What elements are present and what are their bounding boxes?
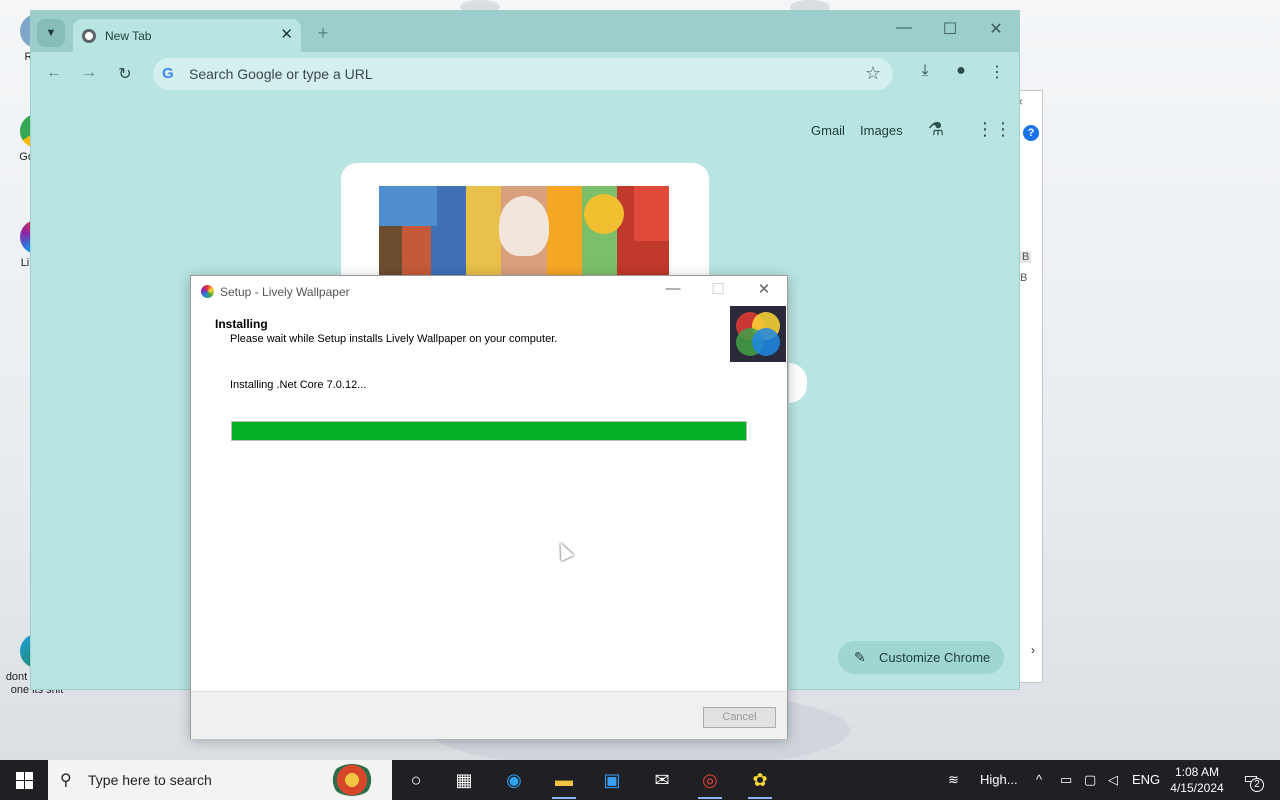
download-icon[interactable]: ⤓ xyxy=(913,62,937,80)
chevron-down-icon: ▼ xyxy=(45,27,57,39)
language-indicator[interactable]: ENG xyxy=(1132,772,1160,787)
tab-title: New Tab xyxy=(105,29,152,43)
maximize-icon[interactable]: ☐ xyxy=(927,19,973,39)
labs-flask-icon[interactable]: ⚗ xyxy=(928,119,944,140)
progress-fill xyxy=(232,422,746,440)
clock-time: 1:08 AM xyxy=(1174,765,1220,779)
tab-search-button[interactable]: ▼ xyxy=(37,19,65,47)
taskbar-search-placeholder: Type here to search xyxy=(88,772,212,788)
forward-arrow-icon[interactable]: → xyxy=(78,64,100,82)
taskbar-search-box[interactable]: ⚲ Type here to search xyxy=(48,760,392,800)
images-link[interactable]: Images xyxy=(860,123,903,138)
setup-footer: Cancel xyxy=(191,691,787,739)
cancel-button[interactable]: Cancel xyxy=(703,707,776,728)
pencil-icon: ✎ xyxy=(854,649,866,665)
search-highlight-icon[interactable] xyxy=(330,764,374,796)
file-explorer-icon[interactable]: ▬ xyxy=(544,764,584,799)
setup-window-title: Setup - Lively Wallpaper xyxy=(220,285,350,299)
customize-chrome-label: Customize Chrome xyxy=(879,650,991,665)
chrome-titlebar: ▼ New Tab ✕ + — ☐ ✕ xyxy=(31,11,1019,52)
mail-icon[interactable]: ✉ xyxy=(642,764,682,796)
install-status: Installing .Net Core 7.0.12... xyxy=(230,379,367,391)
setup-titlebar: Setup - Lively Wallpaper — ☐ ✕ xyxy=(191,276,787,306)
weather-icon[interactable]: ≋ xyxy=(948,772,959,788)
kebab-menu-icon[interactable]: ⋮ xyxy=(985,62,1009,82)
chevron-right-icon[interactable]: › xyxy=(1031,643,1035,657)
notification-count: 2 xyxy=(1250,778,1264,792)
chrome-icon[interactable]: ◎ xyxy=(690,764,730,799)
background-window-label: B xyxy=(1020,251,1032,263)
doodle-card xyxy=(341,163,709,293)
profile-icon[interactable]: ● xyxy=(949,62,973,80)
back-arrow-icon[interactable]: ← xyxy=(43,64,65,82)
chrome-toolbar: ← → ↻ G Search Google or type a URL ☆ ⤓ … xyxy=(31,52,1019,96)
reload-icon[interactable]: ↻ xyxy=(114,64,136,84)
edge-icon[interactable]: ◉ xyxy=(494,764,534,796)
google-g-icon: G xyxy=(162,65,174,82)
chevron-up-icon[interactable]: ^ xyxy=(1036,772,1042,787)
setup-dialog: Setup - Lively Wallpaper — ☐ ✕ Installin… xyxy=(190,275,788,739)
close-tab-icon[interactable]: ✕ xyxy=(280,25,293,43)
minimize-icon[interactable]: — xyxy=(653,280,693,297)
bookmark-star-icon[interactable]: ☆ xyxy=(865,63,881,84)
omnibox[interactable]: G Search Google or type a URL ☆ xyxy=(153,58,893,90)
cortana-icon[interactable]: ○ xyxy=(396,764,436,796)
search-icon: ⚲ xyxy=(60,772,72,789)
meet-now-icon[interactable]: ▭ xyxy=(1060,772,1072,788)
close-icon[interactable]: ✕ xyxy=(744,280,784,298)
chrome-favicon-icon xyxy=(82,29,96,43)
microsoft-store-icon[interactable]: ▣ xyxy=(592,764,632,796)
install-progress-bar xyxy=(231,421,747,441)
clock[interactable]: 1:08 AM 4/15/2024 xyxy=(1166,764,1228,796)
notification-center-button[interactable]: ▭ 2 xyxy=(1236,768,1266,792)
background-window-label: B xyxy=(1020,272,1028,284)
lively-wallpaper-icon xyxy=(201,285,214,298)
omnibox-placeholder: Search Google or type a URL xyxy=(189,66,373,82)
maximize-icon: ☐ xyxy=(711,281,725,298)
speaker-muted-icon[interactable]: ◁ xyxy=(1108,772,1118,788)
minimize-icon[interactable]: — xyxy=(881,19,927,37)
ntp-search-box-edge xyxy=(789,363,807,403)
network-icon[interactable]: ▢ xyxy=(1084,772,1096,788)
task-view-icon[interactable]: ▦ xyxy=(444,764,484,796)
tab-new-tab[interactable]: New Tab ✕ xyxy=(73,19,301,52)
setup-heading: Installing xyxy=(215,317,268,331)
gmail-link[interactable]: Gmail xyxy=(811,123,845,138)
lively-wallpaper-icon[interactable]: ✿ xyxy=(740,764,780,799)
close-window-icon[interactable]: ✕ xyxy=(973,19,1019,39)
clock-date: 4/15/2024 xyxy=(1170,781,1224,795)
lively-wallpaper-logo xyxy=(730,306,786,362)
customize-chrome-button[interactable]: ✎ Customize Chrome xyxy=(838,641,1004,674)
setup-subheading: Please wait while Setup installs Lively … xyxy=(230,333,558,345)
weather-text[interactable]: High... xyxy=(980,772,1018,787)
apps-grid-icon[interactable]: ⋮⋮ xyxy=(976,119,1012,140)
new-tab-button[interactable]: + xyxy=(311,21,335,45)
help-icon[interactable]: ? xyxy=(1023,125,1039,141)
start-button[interactable] xyxy=(0,760,48,800)
taskbar: ⚲ Type here to search ○ ▦ ◉ ▬ ▣ ✉ ◎ ✿ ≋ … xyxy=(0,760,1280,800)
